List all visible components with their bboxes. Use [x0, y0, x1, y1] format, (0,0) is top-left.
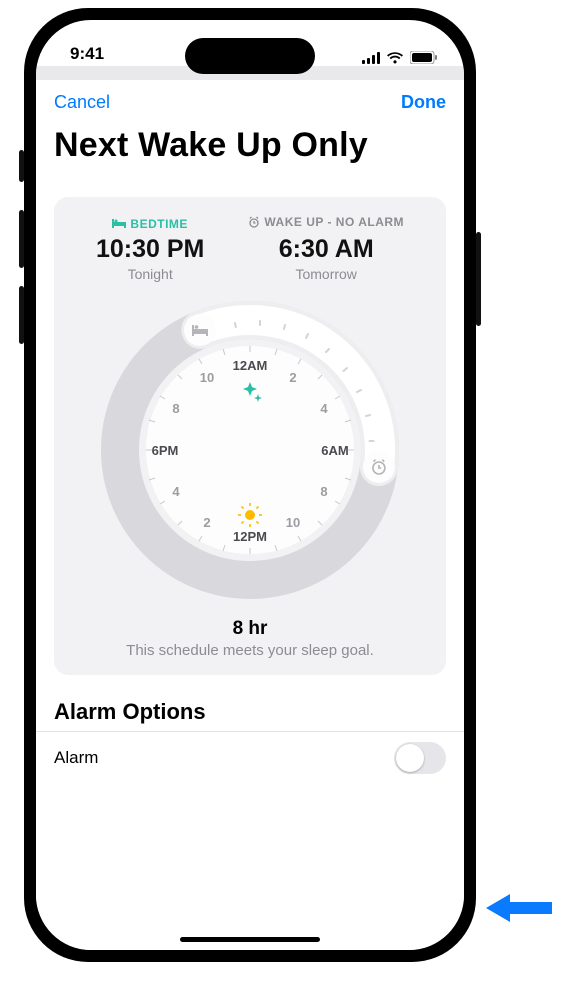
dynamic-island	[185, 38, 315, 74]
alarm-row: Alarm	[36, 731, 464, 784]
wake-value: 6:30 AM	[248, 235, 404, 264]
cancel-button[interactable]: Cancel	[54, 92, 110, 113]
bedtime-label: BEDTIME	[130, 217, 188, 231]
dial-8p: 8	[172, 401, 179, 416]
callout-arrow	[486, 890, 552, 926]
dial-12pm: 12PM	[233, 529, 267, 544]
alarm-options-title: Alarm Options	[54, 699, 446, 725]
bedtime-block: BEDTIME 10:30 PM Tonight	[96, 215, 204, 282]
cellular-icon	[362, 52, 380, 64]
battery-icon	[410, 51, 438, 64]
dial-10: 10	[286, 515, 300, 530]
dial-6pm: 6PM	[152, 443, 179, 458]
home-indicator	[180, 937, 320, 942]
dial-8: 8	[320, 484, 327, 499]
alarm-clock-icon	[248, 216, 260, 228]
alarm-label: Alarm	[54, 748, 98, 768]
nav-bar: Cancel Done	[36, 80, 464, 124]
phone-frame: 9:41 Cancel Done Next Wake Up Only	[24, 8, 476, 962]
wake-day: Tomorrow	[248, 266, 404, 282]
bedtime-day: Tonight	[96, 266, 204, 282]
dial-10p: 10	[200, 370, 214, 385]
alarm-toggle[interactable]	[394, 742, 446, 774]
bed-icon	[112, 219, 126, 228]
done-button[interactable]: Done	[401, 92, 446, 113]
duration-goal-text: This schedule meets your sleep goal.	[68, 642, 432, 659]
dial-2p: 2	[203, 515, 210, 530]
wifi-icon	[386, 52, 404, 64]
page-title: Next Wake Up Only	[36, 124, 464, 169]
phone-power-button	[476, 232, 481, 326]
wake-block: WAKE UP - NO ALARM 6:30 AM Tomorrow	[248, 215, 404, 282]
sleep-schedule-card: BEDTIME 10:30 PM Tonight WAKE UP - NO AL…	[54, 197, 446, 675]
dial-6am: 6AM	[321, 443, 348, 458]
bedtime-handle[interactable]	[184, 314, 216, 346]
wake-label: WAKE UP - NO ALARM	[264, 215, 404, 229]
duration-value: 8 hr	[68, 618, 432, 640]
wake-handle[interactable]	[363, 451, 395, 483]
status-time: 9:41	[70, 44, 104, 64]
dial-12am: 12AM	[233, 358, 268, 373]
sleep-dial[interactable]: 12AM 2 4 6AM 8 10 12PM 2 4 6PM 8 10	[100, 300, 400, 600]
dial-4p: 4	[172, 484, 180, 499]
bedtime-value: 10:30 PM	[96, 235, 204, 264]
dial-2: 2	[289, 370, 296, 385]
dial-4: 4	[320, 401, 328, 416]
